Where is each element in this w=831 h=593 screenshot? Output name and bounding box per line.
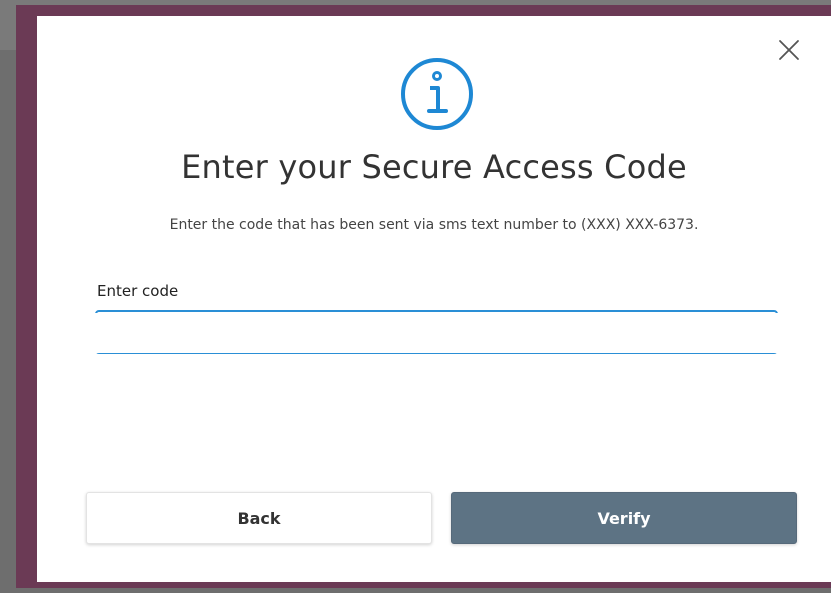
input-overlay [92,313,782,353]
close-icon [779,40,799,60]
verify-button[interactable]: Verify [451,492,797,544]
back-button[interactable]: Back [86,492,432,544]
secure-code-dialog: Enter your Secure Access Code Enter the … [37,16,831,582]
info-icon [399,56,475,132]
dialog-title: Enter your Secure Access Code [181,148,687,186]
dialog-subtitle: Enter the code that has been sent via sm… [169,217,699,233]
code-field-label: Enter code [97,282,179,300]
close-button[interactable] [774,35,804,65]
